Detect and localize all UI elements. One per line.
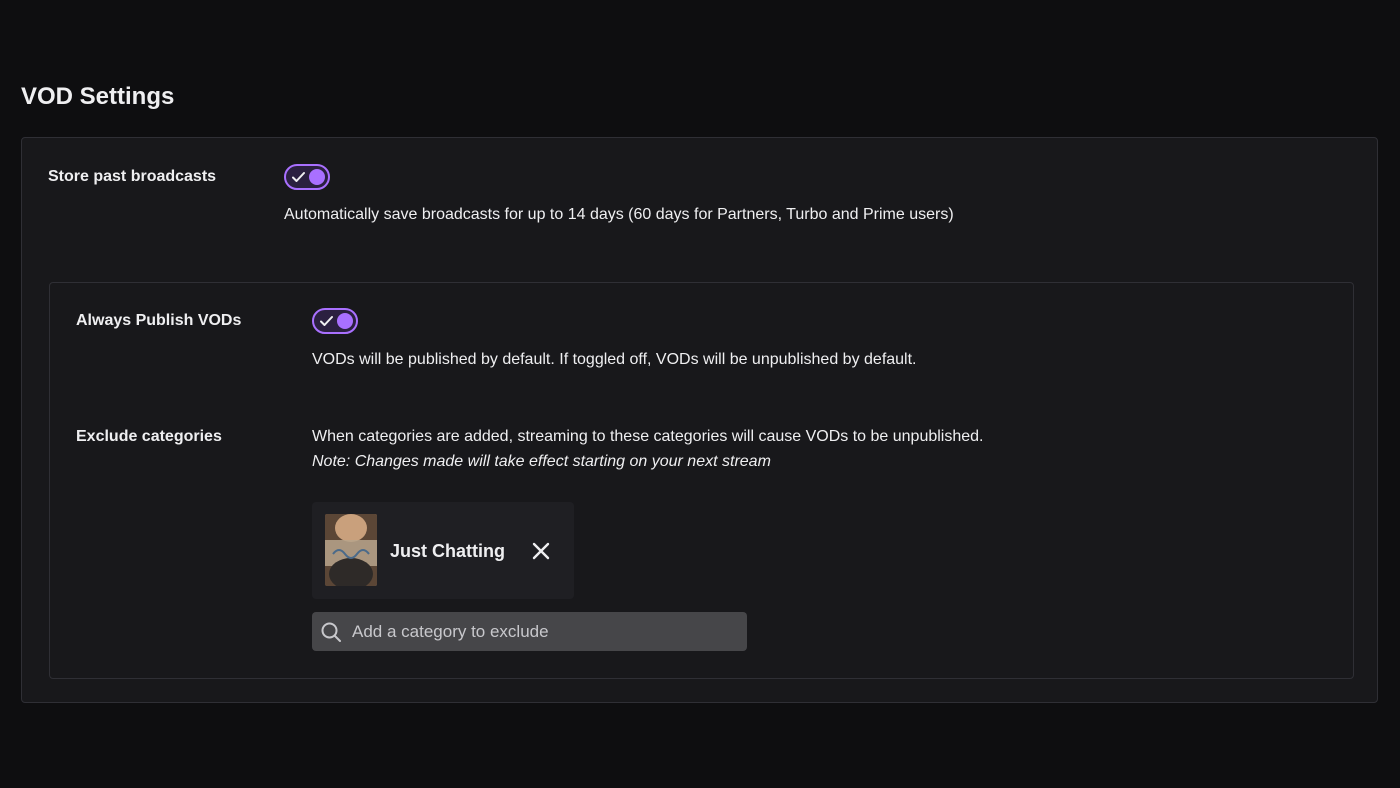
category-chip-just-chatting: Just Chatting xyxy=(312,502,574,599)
toggle-knob xyxy=(309,169,325,185)
always-publish-label: Always Publish VODs xyxy=(76,312,242,329)
exclude-categories-note: Note: Changes made will take effect star… xyxy=(312,453,771,470)
check-icon xyxy=(292,172,305,182)
store-past-broadcasts-toggle[interactable] xyxy=(284,164,330,190)
check-icon xyxy=(320,316,333,326)
category-search-box xyxy=(312,612,747,651)
store-past-broadcasts-label: Store past broadcasts xyxy=(48,168,217,185)
vod-settings-card: Store past broadcasts Automatically save… xyxy=(21,137,1378,703)
category-search-input[interactable] xyxy=(352,612,742,651)
category-box-art xyxy=(325,514,377,586)
toggle-knob xyxy=(337,313,353,329)
publish-settings-card: Always Publish VODs VODs will be publish… xyxy=(49,282,1354,679)
close-icon xyxy=(532,542,550,560)
always-publish-description: VODs will be published by default. If to… xyxy=(312,351,917,368)
exclude-categories-label: Exclude categories xyxy=(76,428,222,445)
remove-category-button[interactable] xyxy=(528,538,554,564)
search-icon xyxy=(321,622,341,642)
always-publish-toggle[interactable] xyxy=(312,308,358,334)
section-title: VOD Settings xyxy=(21,83,175,110)
exclude-categories-description: When categories are added, streaming to … xyxy=(312,428,984,445)
store-past-broadcasts-description: Automatically save broadcasts for up to … xyxy=(284,206,954,223)
vod-settings-page: VOD Settings Store past broadcasts Autom… xyxy=(0,0,1400,788)
category-name: Just Chatting xyxy=(390,541,505,561)
